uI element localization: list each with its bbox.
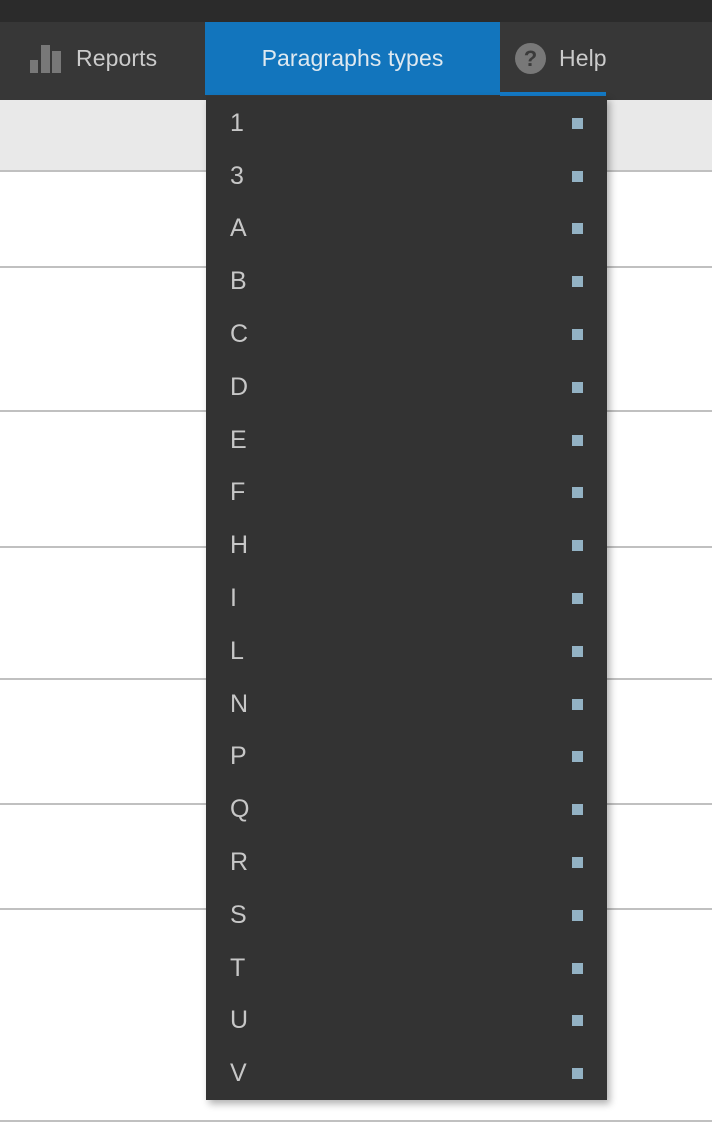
- dropdown-item[interactable]: D: [206, 361, 607, 414]
- dropdown-item-label: S: [230, 900, 247, 929]
- dropdown-item-label: U: [230, 1006, 249, 1035]
- dropdown-item-marker-icon[interactable]: [572, 329, 583, 341]
- dropdown-item-label: N: [230, 689, 249, 718]
- dropdown-item-label: 1: [230, 108, 245, 137]
- nav-item-paragraphs-types[interactable]: Paragraphs types: [205, 22, 500, 95]
- dropdown-item-label: A: [230, 214, 247, 243]
- dropdown-item-marker-icon[interactable]: [572, 170, 583, 182]
- dropdown-item-label: L: [230, 636, 245, 665]
- dropdown-item-label: R: [230, 848, 249, 877]
- dropdown-item-marker-icon[interactable]: [572, 751, 583, 763]
- dropdown-item-label: Q: [230, 795, 250, 824]
- dropdown-item[interactable]: L: [206, 625, 607, 678]
- dropdown-item-label: F: [230, 478, 246, 507]
- dropdown-item-marker-icon[interactable]: [572, 645, 583, 657]
- dropdown-item-label: C: [230, 320, 249, 349]
- dropdown-item[interactable]: R: [206, 836, 607, 889]
- dropdown-item-marker-icon[interactable]: [572, 223, 583, 235]
- dropdown-item[interactable]: H: [206, 519, 607, 572]
- dropdown-item[interactable]: V: [206, 1047, 607, 1100]
- dropdown-item[interactable]: 1: [206, 97, 607, 150]
- dropdown-item[interactable]: 3: [206, 150, 607, 203]
- dropdown-item-label: B: [230, 267, 247, 296]
- bar-chart-icon: [30, 44, 61, 73]
- dropdown-item-label: D: [230, 372, 249, 401]
- dropdown-item-marker-icon[interactable]: [572, 857, 583, 869]
- dropdown-item-marker-icon[interactable]: [572, 381, 583, 393]
- dropdown-item-label: P: [230, 742, 247, 771]
- dropdown-item[interactable]: S: [206, 889, 607, 942]
- dropdown-item-marker-icon[interactable]: [572, 593, 583, 605]
- dropdown-item[interactable]: F: [206, 467, 607, 520]
- dropdown-item-label: 3: [230, 161, 245, 190]
- nav-item-help[interactable]: ? Help: [515, 22, 607, 95]
- dropdown-item-label: V: [230, 1059, 247, 1088]
- dropdown-item-marker-icon[interactable]: [572, 1015, 583, 1027]
- question-mark-circle-icon: ?: [515, 43, 546, 74]
- dropdown-item-marker-icon[interactable]: [572, 434, 583, 446]
- dropdown-item[interactable]: T: [206, 942, 607, 995]
- dropdown-item[interactable]: C: [206, 308, 607, 361]
- nav-item-reports[interactable]: Reports: [30, 22, 157, 95]
- dropdown-item-marker-icon[interactable]: [572, 117, 583, 129]
- dropdown-item-marker-icon[interactable]: [572, 909, 583, 921]
- nav-item-help-label: Help: [559, 45, 607, 71]
- top-strip: [0, 0, 712, 22]
- dropdown-item-marker-icon[interactable]: [572, 487, 583, 499]
- dropdown-item-marker-icon[interactable]: [572, 804, 583, 816]
- paragraph-types-dropdown[interactable]: 1 3 ABCDEFHILNPQRSTUV: [206, 96, 607, 1101]
- dropdown-item-marker-icon[interactable]: [572, 276, 583, 288]
- dropdown-item-marker-icon[interactable]: [572, 962, 583, 974]
- dropdown-item[interactable]: Q: [206, 783, 607, 836]
- dropdown-item-label: I: [230, 584, 238, 613]
- dropdown-item[interactable]: I: [206, 572, 607, 625]
- dropdown-item-label: T: [230, 953, 246, 982]
- dropdown-item-label: E: [230, 425, 247, 454]
- dropdown-item[interactable]: N: [206, 678, 607, 731]
- dropdown-item-marker-icon[interactable]: [572, 698, 583, 710]
- dropdown-item-marker-icon[interactable]: [572, 540, 583, 552]
- nav-item-paragraphs-types-label: Paragraphs types: [261, 45, 444, 71]
- dropdown-item[interactable]: E: [206, 414, 607, 467]
- dropdown-item[interactable]: P: [206, 731, 607, 784]
- dropdown-item[interactable]: U: [206, 995, 607, 1048]
- dropdown-item[interactable]: B: [206, 255, 607, 308]
- dropdown-item-label: H: [230, 531, 249, 560]
- dropdown-item-marker-icon[interactable]: [572, 1068, 583, 1080]
- nav-item-reports-label: Reports: [76, 45, 158, 71]
- dropdown-item[interactable]: A: [206, 203, 607, 256]
